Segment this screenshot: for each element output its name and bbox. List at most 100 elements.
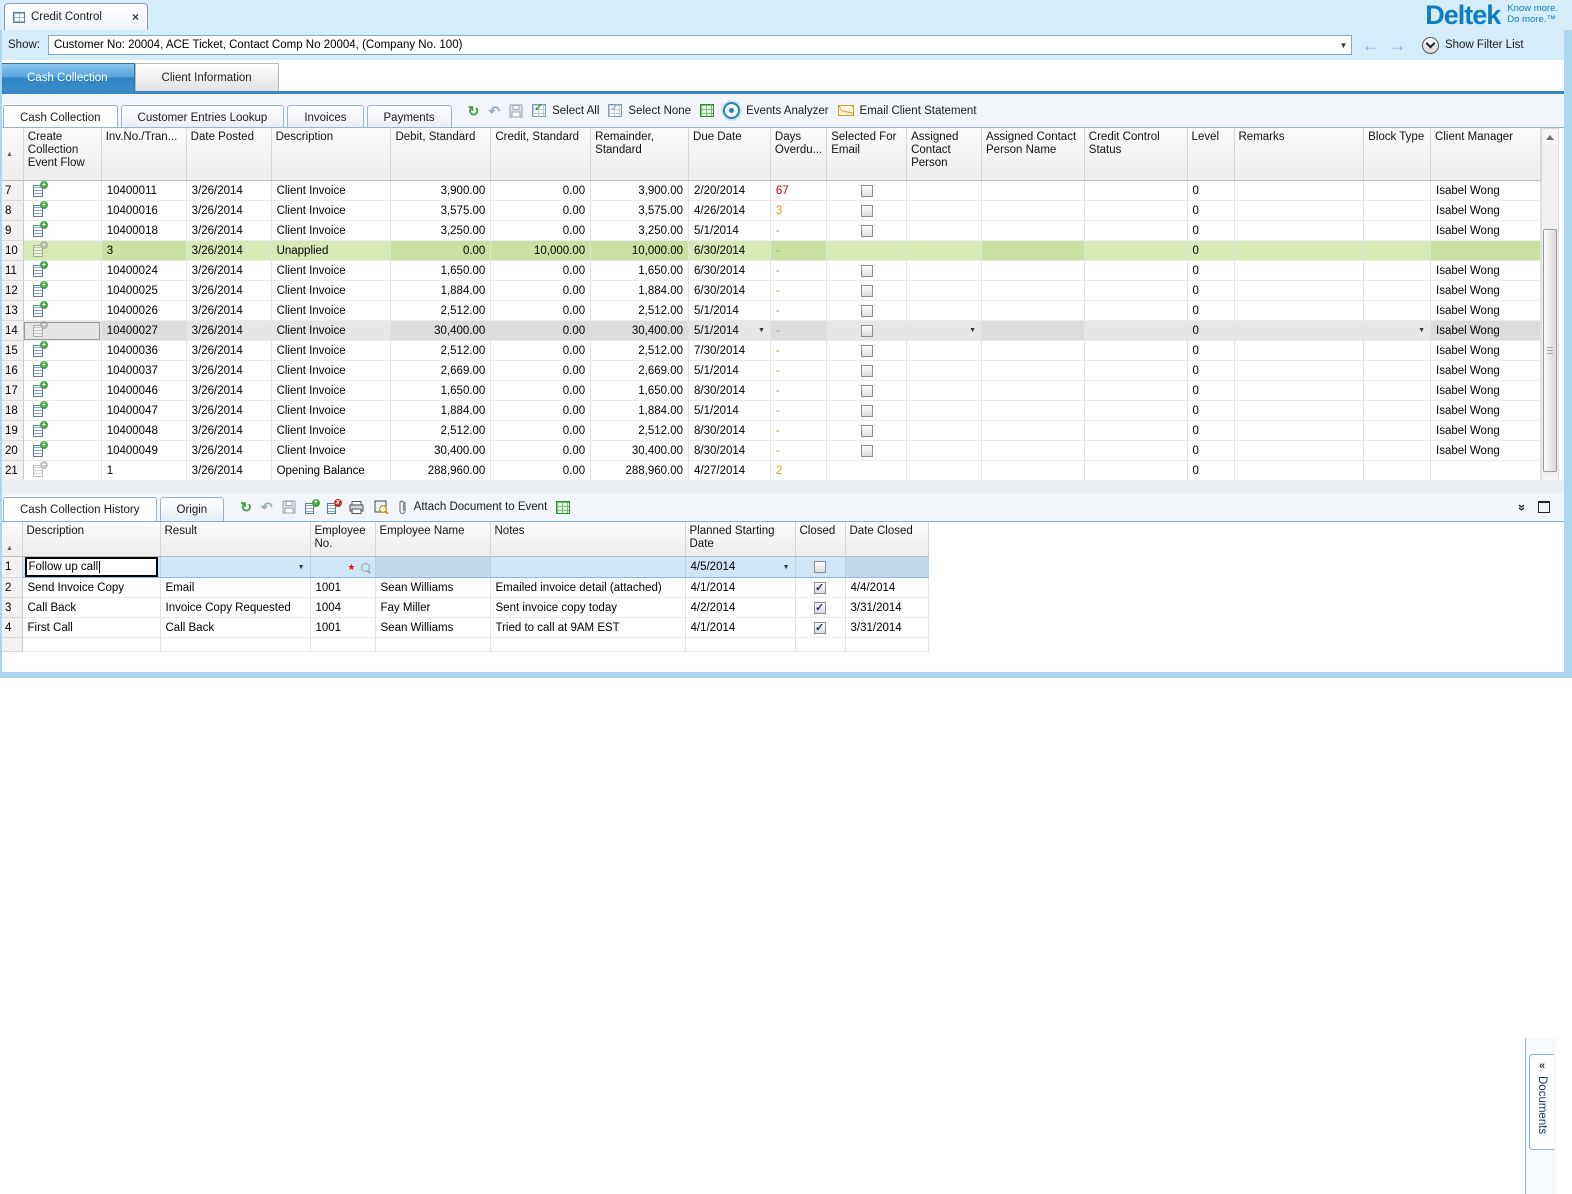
create-event-flow-icon[interactable]: + [33, 382, 47, 397]
cell-debit[interactable]: 1,650.00 [391, 261, 491, 281]
cell-remarks[interactable] [1234, 341, 1364, 361]
cell-assigned-contact-person-name[interactable] [982, 321, 1085, 341]
cell-employee-no[interactable]: 1001 [310, 578, 375, 598]
column-header-description[interactable]: Description [271, 128, 391, 181]
cell-date-closed[interactable] [845, 557, 928, 578]
cell-days-overdue[interactable]: - [770, 241, 826, 261]
print-icon[interactable] [349, 501, 364, 514]
show-filter-list-icon[interactable] [1422, 37, 1439, 54]
column-header-date-closed[interactable]: Date Closed [845, 522, 928, 557]
cell-inv-no[interactable]: 10400037 [101, 361, 186, 381]
cell-date-posted[interactable]: 3/26/2014 [186, 461, 271, 481]
cell-inv-no[interactable]: 3 [101, 241, 186, 261]
cell-date-posted[interactable]: 3/26/2014 [186, 201, 271, 221]
add-row-icon[interactable]: + [305, 501, 318, 514]
cell-block-type[interactable] [1364, 201, 1431, 221]
cell-due-date[interactable]: 6/30/2014 [689, 241, 771, 261]
create-event-flow-icon[interactable]: + [33, 222, 47, 237]
cell-inv-no[interactable]: 10400049 [101, 441, 186, 461]
cell-employee-name[interactable] [375, 557, 490, 578]
cell-days-overdue[interactable]: - [770, 221, 826, 241]
cell-days-overdue[interactable]: - [770, 301, 826, 321]
cell-remainder[interactable]: 2,669.00 [591, 361, 689, 381]
row-number[interactable]: 9 [0, 221, 23, 241]
cell-credit[interactable]: 0.00 [491, 421, 591, 441]
cell-assigned-contact-person[interactable] [907, 201, 982, 221]
dropdown-icon[interactable]: ▼ [758, 327, 765, 334]
description-edit-field[interactable]: Follow up call [25, 557, 158, 577]
email-icon[interactable] [838, 105, 854, 116]
cell-description[interactable]: Client Invoice [271, 301, 391, 321]
row-number[interactable]: 14 [0, 321, 23, 341]
column-header-remainder-standard[interactable]: Remainder, Standard [591, 128, 689, 181]
cell-date-closed[interactable]: 3/31/2014 [845, 618, 928, 638]
cell-result[interactable]: Invoice Copy Requested [160, 598, 310, 618]
cell-assigned-contact-person[interactable] [907, 341, 982, 361]
cell-debit[interactable]: 0.00 [391, 241, 491, 261]
cell-client-manager[interactable]: Isabel Wong [1431, 401, 1541, 421]
cell-block-type[interactable] [1364, 221, 1431, 241]
cell-assigned-contact-person[interactable] [907, 381, 982, 401]
cell-credit-control-status[interactable] [1084, 301, 1187, 321]
cell-level[interactable]: 0 [1187, 461, 1234, 481]
delete-row-icon[interactable]: x [327, 501, 340, 514]
cell-credit-control-status[interactable] [1084, 401, 1187, 421]
cell-create-collection-event-flow[interactable]: + [23, 381, 101, 401]
checkbox[interactable] [814, 602, 826, 614]
cell-remainder[interactable]: 3,575.00 [591, 201, 689, 221]
cell-credit[interactable]: 0.00 [491, 201, 591, 221]
cell-assigned-contact-person-name[interactable] [982, 341, 1085, 361]
column-header-result[interactable]: Result [160, 522, 310, 557]
row-number[interactable]: 13 [0, 301, 23, 321]
cell-level[interactable]: 0 [1187, 321, 1234, 341]
cell-date-posted[interactable]: 3/26/2014 [186, 301, 271, 321]
cell-employee-no[interactable]: 1001 [310, 618, 375, 638]
cell-create-collection-event-flow[interactable]: + [23, 241, 101, 261]
cell-selected-for-email[interactable] [827, 281, 907, 301]
cell-remainder[interactable]: 2,512.00 [591, 341, 689, 361]
column-header-closed[interactable]: Closed [795, 522, 845, 557]
scroll-up-button[interactable] [1542, 129, 1558, 145]
cell-due-date[interactable]: 7/30/2014 [689, 341, 771, 361]
cell-description[interactable]: Unapplied [271, 241, 391, 261]
cell-assigned-contact-person[interactable] [907, 241, 982, 261]
cell-block-type[interactable] [1364, 261, 1431, 281]
cell-client-manager[interactable]: Isabel Wong [1431, 421, 1541, 441]
column-header-selected-for-email[interactable]: Selected For Email [827, 128, 907, 181]
cell-create-collection-event-flow[interactable]: + [23, 461, 101, 481]
create-event-flow-icon[interactable]: + [33, 282, 47, 297]
lookup-icon[interactable] [361, 563, 370, 572]
cell-days-overdue[interactable]: - [770, 321, 826, 341]
cell-remarks[interactable] [1234, 301, 1364, 321]
cell-credit-control-status[interactable] [1084, 381, 1187, 401]
cell-selected-for-email[interactable] [827, 341, 907, 361]
create-event-flow-icon[interactable]: + [33, 322, 47, 337]
cell-remainder[interactable]: 2,512.00 [591, 421, 689, 441]
print-preview-icon[interactable] [373, 500, 389, 514]
cell-credit[interactable]: 0.00 [491, 181, 591, 201]
cell-days-overdue[interactable]: 2 [770, 461, 826, 481]
cell-credit-control-status[interactable] [1084, 201, 1187, 221]
cell-due-date[interactable]: 5/1/2014 [689, 361, 771, 381]
cell-days-overdue[interactable]: - [770, 381, 826, 401]
cell-description[interactable]: Client Invoice [271, 221, 391, 241]
cell-credit[interactable]: 10,000.00 [491, 241, 591, 261]
cell-description[interactable]: Client Invoice [271, 201, 391, 221]
expand-documents-icon[interactable]: « [1539, 1061, 1545, 1072]
cell-selected-for-email[interactable] [827, 381, 907, 401]
row-number-header[interactable]: ▲ [0, 522, 22, 557]
panel-splitter[interactable] [0, 480, 1564, 493]
workspace-tab-credit-control[interactable]: Credit Control × [4, 3, 148, 30]
cell-level[interactable]: 0 [1187, 341, 1234, 361]
cell-notes[interactable]: Emailed invoice detail (attached) [490, 578, 685, 598]
row-number[interactable]: 10 [0, 241, 23, 261]
cell-result[interactable]: Call Back [160, 618, 310, 638]
cell-employee-no[interactable]: 1004 [310, 598, 375, 618]
cell-credit-control-status[interactable] [1084, 241, 1187, 261]
cell-remarks[interactable] [1234, 421, 1364, 441]
column-header-assigned-contact-person[interactable]: Assigned Contact Person [907, 128, 982, 181]
cell-date-closed[interactable]: 3/31/2014 [845, 598, 928, 618]
column-header-date-posted[interactable]: Date Posted [186, 128, 271, 181]
cell-description[interactable]: Client Invoice [271, 421, 391, 441]
cell-credit[interactable]: 0.00 [491, 321, 591, 341]
